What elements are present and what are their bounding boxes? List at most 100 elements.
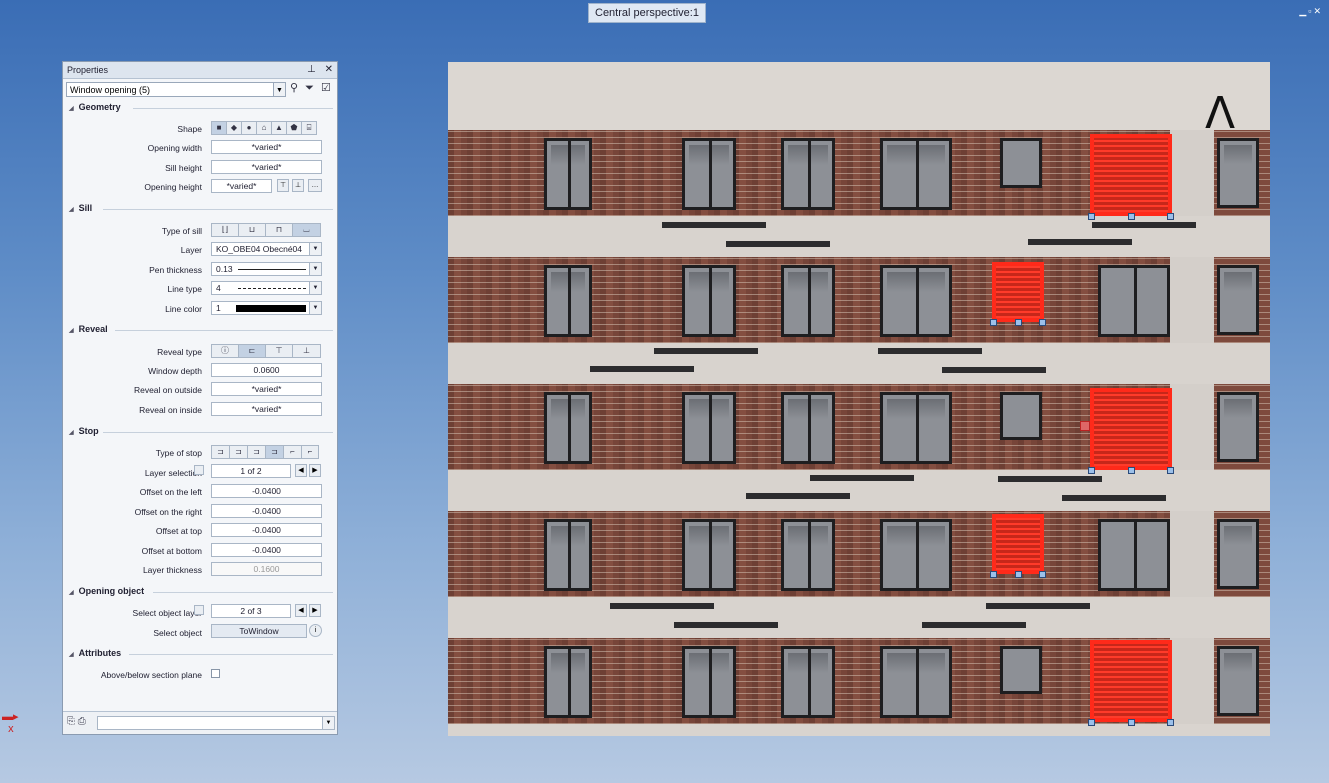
opening-width-label: Opening width xyxy=(147,143,202,153)
line-color-value: 1 xyxy=(216,303,221,313)
reveal-type-2-button[interactable]: ⊤ xyxy=(265,344,293,358)
stop-type-buttons: ⊐ ⊐ ⊐ ⊐ ⌐ ⌐ xyxy=(211,445,319,459)
reveal-info-button[interactable]: ⓘ xyxy=(211,344,239,358)
section-geometry[interactable]: Geometry xyxy=(69,102,121,112)
pin-icon[interactable]: ⊥ xyxy=(307,64,316,75)
chevron-down-icon[interactable]: ▼ xyxy=(309,282,321,294)
balcony-shelf xyxy=(610,603,714,609)
floor-slab xyxy=(448,343,1270,385)
selected-window-shutter xyxy=(1090,388,1172,470)
favorites-icon[interactable]: ⎘ ⎙ xyxy=(67,716,86,727)
window-depth-field[interactable]: 0.0600 xyxy=(211,363,322,377)
zoom-select-icon[interactable]: ⚲ xyxy=(290,82,298,94)
stop-type-2-button[interactable]: ⊐ xyxy=(229,445,248,459)
cursor-marker xyxy=(1080,421,1090,431)
selection-grip xyxy=(990,571,997,578)
sill-height-field[interactable]: *varied* xyxy=(211,160,322,174)
window xyxy=(1217,519,1259,589)
shape-shield-button[interactable]: ⬟ xyxy=(286,121,302,135)
viewport-tab[interactable]: Central perspective:1 xyxy=(588,3,706,23)
height-top-icon[interactable]: ⊤ xyxy=(277,179,289,192)
sill-type-3-button[interactable]: ⊓ xyxy=(265,223,293,237)
line-color-select[interactable]: 1 ▼ xyxy=(211,301,322,315)
chevron-down-icon[interactable]: ▼ xyxy=(322,717,334,729)
reveal-type-3-button[interactable]: ⊥ xyxy=(292,344,321,358)
opening-width-field[interactable]: *varied* xyxy=(211,140,322,154)
window xyxy=(544,392,592,464)
close-icon[interactable]: ✕ xyxy=(325,64,333,75)
offset-top-field[interactable]: -0.0400 xyxy=(211,523,322,537)
stop-type-label: Type of stop xyxy=(155,448,202,458)
floor-slab xyxy=(448,597,1270,639)
window xyxy=(1000,392,1042,440)
selection-grip xyxy=(1088,467,1095,474)
line-type-select[interactable]: 4 ▼ xyxy=(211,281,322,295)
next-layer-icon[interactable]: ▶ xyxy=(309,464,321,477)
section-reveal[interactable]: Reveal xyxy=(69,324,108,334)
layer-selection-field[interactable]: 1 of 2 xyxy=(211,464,291,478)
opening-height-field[interactable]: *varied* xyxy=(211,179,272,193)
apply-check-icon[interactable]: ☑ xyxy=(321,82,331,94)
offset-bottom-field[interactable]: -0.0400 xyxy=(211,543,322,557)
reveal-type-1-button[interactable]: ⊏ xyxy=(238,344,266,358)
section-attributes[interactable]: Attributes xyxy=(69,648,122,658)
offset-bottom-label: Offset at bottom xyxy=(141,546,202,556)
window xyxy=(544,265,592,337)
reveal-inside-label: Reveal on inside xyxy=(139,405,202,415)
select-object-layer-label: Select object layer xyxy=(132,608,202,618)
sill-type-2-button[interactable]: ⊔ xyxy=(238,223,266,237)
reveal-outside-label: Reveal on outside xyxy=(133,385,202,395)
prev-layer-icon[interactable]: ◀ xyxy=(295,464,307,477)
parapet xyxy=(448,62,1270,130)
window xyxy=(781,392,835,464)
info-icon[interactable]: i xyxy=(309,624,322,637)
stop-type-1-button[interactable]: ⊐ xyxy=(211,445,230,459)
stop-type-6-button[interactable]: ⌐ xyxy=(301,445,319,459)
chevron-down-icon[interactable]: ▼ xyxy=(309,263,321,275)
shape-rect-button[interactable]: ■ xyxy=(211,121,227,135)
next-object-layer-icon[interactable]: ▶ xyxy=(309,604,321,617)
object-type-select[interactable]: Window opening (5) ▼ xyxy=(66,82,286,97)
offset-right-field[interactable]: -0.0400 xyxy=(211,504,322,518)
pen-thickness-select[interactable]: 0.13 ▼ xyxy=(211,262,322,276)
section-sill[interactable]: Sill xyxy=(69,203,93,213)
object-layer-field[interactable]: 2 of 3 xyxy=(211,604,291,618)
chevron-down-icon[interactable]: ▼ xyxy=(309,302,321,314)
shape-arch-button[interactable]: ▲ xyxy=(271,121,287,135)
sill-type-1-button[interactable]: ⌊⌋ xyxy=(211,223,239,237)
shape-circle-button[interactable]: ● xyxy=(241,121,257,135)
more-options-icon[interactable]: … xyxy=(308,179,322,192)
sill-type-4-button[interactable]: ⌴ xyxy=(292,223,321,237)
balcony-shelf xyxy=(654,348,758,354)
prev-object-layer-icon[interactable]: ◀ xyxy=(295,604,307,617)
window xyxy=(880,265,952,337)
section-plane-checkbox[interactable] xyxy=(211,669,220,678)
selection-grip xyxy=(1088,719,1095,726)
balcony-shelf xyxy=(878,348,982,354)
shape-gable-button[interactable]: ⌂ xyxy=(256,121,272,135)
offset-left-field[interactable]: -0.0400 xyxy=(211,484,322,498)
layer-select[interactable]: KO_OBE04 Obecné04 ▼ xyxy=(211,242,322,256)
stop-type-4-button[interactable]: ⊐ xyxy=(265,445,284,459)
stop-type-3-button[interactable]: ⊐ xyxy=(247,445,266,459)
line-type-value: 4 xyxy=(216,283,221,293)
shape-diamond-button[interactable]: ◆ xyxy=(226,121,242,135)
chevron-down-icon[interactable]: ▼ xyxy=(273,83,285,96)
reveal-inside-field[interactable]: *varied* xyxy=(211,402,322,416)
section-stop[interactable]: Stop xyxy=(69,426,99,436)
section-opening-object[interactable]: Opening object xyxy=(69,586,145,596)
select-object-button[interactable]: ToWindow xyxy=(211,624,307,638)
window-controls[interactable]: ▁▫✕ xyxy=(1299,6,1323,17)
chevron-down-icon[interactable]: ▼ xyxy=(309,243,321,255)
favorites-combo[interactable]: ▼ xyxy=(97,716,335,730)
reveal-outside-field[interactable]: *varied* xyxy=(211,382,322,396)
pen-thickness-value: 0.13 xyxy=(216,264,233,274)
window xyxy=(781,646,835,718)
height-bottom-icon[interactable]: ⊥ xyxy=(292,179,304,192)
window xyxy=(1000,138,1042,188)
shape-custom-button[interactable]: ⌸ xyxy=(301,121,317,135)
panel-titlebar: Properties ⊥ ✕ xyxy=(63,62,337,79)
stop-type-5-button[interactable]: ⌐ xyxy=(283,445,302,459)
filter-icon[interactable]: ⏷ xyxy=(305,82,314,94)
window xyxy=(1000,646,1042,694)
